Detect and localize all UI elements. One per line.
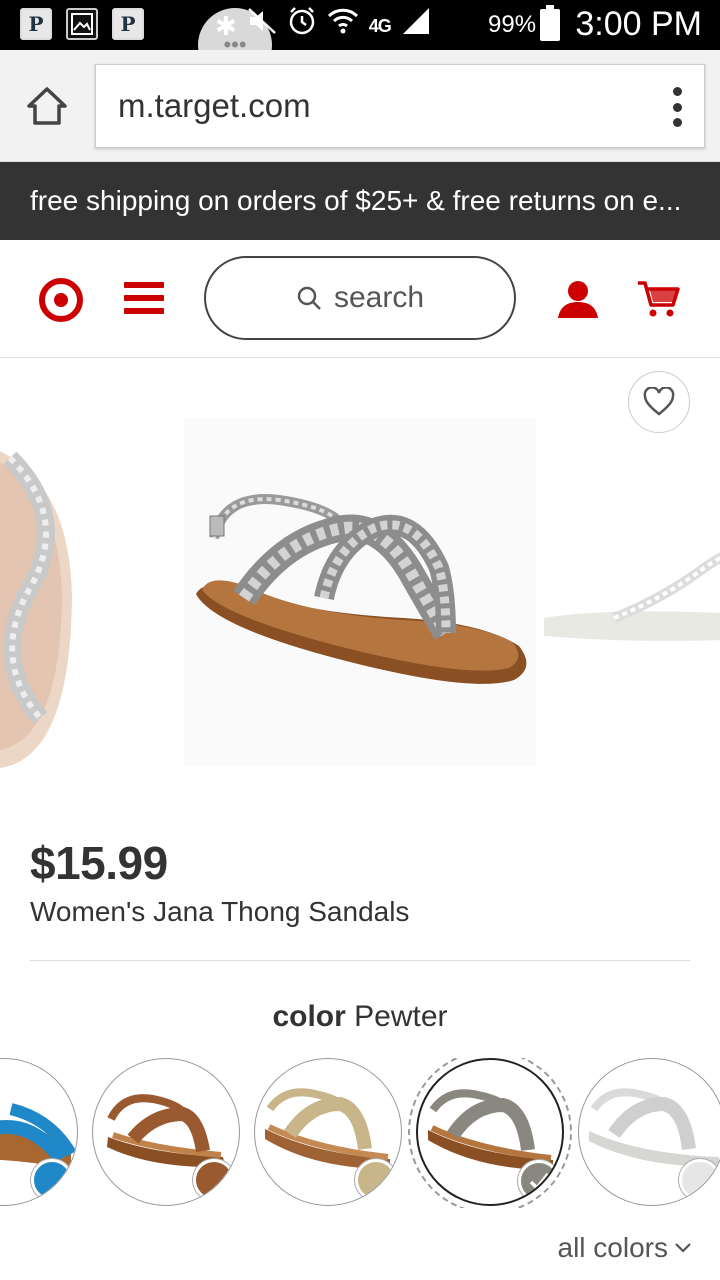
image-notification-icon — [66, 8, 98, 40]
heart-icon — [643, 387, 675, 416]
search-placeholder: search — [333, 281, 425, 314]
selected-color-value: Pewter — [354, 1000, 448, 1033]
product-image-prev[interactable] — [0, 418, 90, 778]
address-bar[interactable]: m.target.com — [95, 64, 705, 148]
cart-icon[interactable] — [636, 280, 680, 325]
color-label: color — [272, 1000, 346, 1033]
product-image-next[interactable] — [544, 528, 720, 728]
battery-icon — [540, 5, 560, 41]
network-type: 4G — [368, 15, 392, 36]
product-image-carousel[interactable] — [0, 358, 720, 818]
url-text[interactable]: m.target.com — [118, 87, 311, 125]
browser-toolbar: m.target.com — [0, 50, 720, 162]
clock: 3:00 PM — [575, 5, 702, 43]
all-colors-link[interactable]: all colors — [558, 1232, 692, 1264]
chevron-down-icon — [675, 1243, 691, 1253]
wifi-icon — [327, 6, 359, 45]
swatch-chip-gold — [355, 1159, 397, 1201]
promo-banner[interactable]: free shipping on orders of $25+ & free r… — [0, 162, 720, 240]
all-colors-label: all colors — [557, 1232, 668, 1263]
target-logo-icon[interactable] — [39, 278, 83, 327]
swatch-chip-pewter — [518, 1160, 560, 1202]
color-selection-label: color Pewter — [0, 1000, 720, 1034]
status-bar: P P ✱ 4G 99% 3:00 PM — [0, 0, 720, 50]
swatch-cognac[interactable] — [92, 1058, 240, 1206]
search-icon — [297, 286, 321, 310]
account-icon[interactable] — [556, 280, 600, 325]
home-icon[interactable] — [26, 86, 68, 126]
color-swatches — [0, 1058, 720, 1208]
product-image-main[interactable] — [184, 418, 536, 766]
signal-icon — [401, 6, 431, 45]
swatch-chip-silver — [679, 1159, 720, 1201]
overflow-menu-icon[interactable] — [672, 87, 682, 127]
swatch-turquoise[interactable] — [0, 1058, 78, 1206]
swatch-chip-cognac — [193, 1159, 235, 1201]
menu-icon[interactable] — [124, 282, 164, 314]
swatch-pewter[interactable] — [416, 1058, 564, 1206]
product-price: $15.99 — [30, 837, 168, 889]
app-notification-icon-2: P — [112, 8, 144, 40]
swatch-gold[interactable] — [254, 1058, 402, 1206]
battery-percent: 99% — [488, 11, 537, 38]
site-header: search — [0, 240, 720, 358]
check-icon — [529, 1172, 550, 1191]
product-title: Women's Jana Thong Sandals — [30, 896, 410, 927]
app-notification-icon: P — [20, 8, 52, 40]
alarm-icon — [287, 6, 317, 45]
swatch-silver[interactable] — [578, 1058, 720, 1206]
favorite-heart-button[interactable] — [628, 371, 690, 433]
divider — [30, 960, 690, 961]
search-input[interactable]: search — [204, 256, 516, 340]
swatch-chip-turquoise — [31, 1159, 73, 1201]
